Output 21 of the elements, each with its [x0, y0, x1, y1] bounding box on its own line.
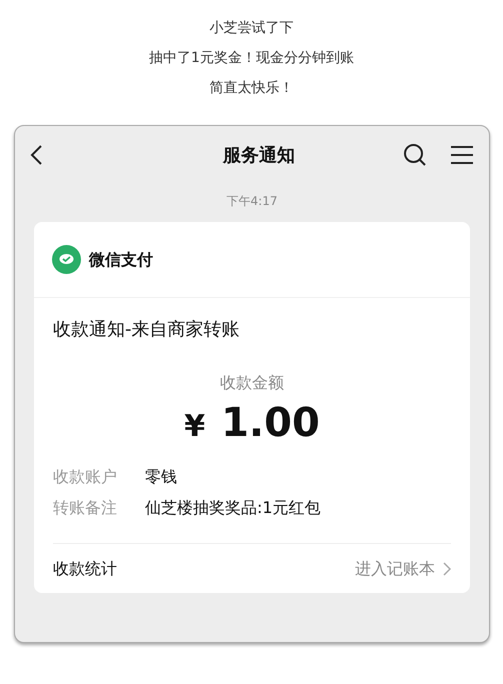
back-icon[interactable] — [29, 144, 43, 166]
search-icon[interactable] — [403, 143, 427, 167]
caption-line: 简直太快乐！ — [210, 80, 294, 96]
detail-label: 转账备注 — [53, 497, 118, 519]
notice-title: 收款通知-来自商家转账 — [53, 319, 240, 340]
caption-line: 抽中了1元奖金！现金分分钟到账 — [149, 50, 354, 66]
wechat-pay-icon — [52, 245, 81, 274]
caption-line: 小芝尝试了下 — [210, 20, 294, 36]
amount-value: 1.00 — [221, 401, 320, 445]
menu-icon[interactable] — [451, 145, 473, 165]
message-time: 下午4:17 — [226, 194, 278, 208]
detail-label: 收款账户 — [53, 466, 118, 488]
screen-title: 服务通知 — [222, 144, 295, 168]
sender-name: 微信支付 — [89, 248, 153, 270]
amount-label: 收款金额 — [220, 373, 284, 392]
footer-label: 收款统计 — [53, 558, 117, 580]
currency-symbol: ¥ — [184, 410, 206, 443]
detail-value: 零钱 — [145, 466, 177, 488]
chevron-icon — [443, 562, 451, 576]
ledger-link[interactable]: 进入记账本 — [355, 556, 451, 580]
detail-value: 仙芝楼抽奖奖品:1元红包 — [145, 497, 321, 519]
